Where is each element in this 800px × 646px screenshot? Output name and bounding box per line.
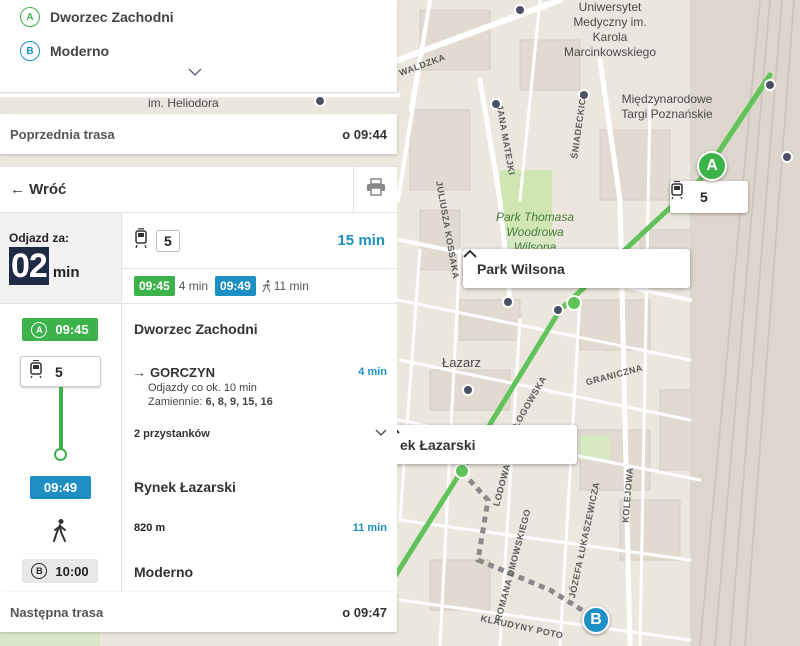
end-time-badge: B 10:00 [22, 559, 98, 583]
route-panel: A Dworzec Zachodni B Moderno Poprzednia … [0, 0, 397, 646]
vehicle-badge[interactable]: 5 [670, 181, 748, 213]
segment1-time: 09:45 [134, 276, 175, 296]
walk-info: 820 m 11 min [134, 522, 387, 534]
countdown-unit: min [52, 264, 80, 281]
start-letter-icon: A [31, 321, 48, 338]
tram-icon [134, 228, 148, 253]
map-label-lazarz: Łazarz [442, 355, 482, 370]
print-button[interactable] [353, 167, 397, 212]
ride-info: → GORCZYN 4 min Odjazdy co ok. 10 min Za… [132, 364, 387, 408]
departure-label: Odjazd za: [9, 231, 70, 245]
map-label-uniwersytet: Uniwersytet Medyczny im. Karola Marcinko… [563, 0, 657, 59]
tram-icon [29, 359, 43, 383]
arrow-right-icon: → [132, 364, 146, 380]
stops-count: 2 przystanków [134, 428, 210, 440]
walk-duration: 11 min [352, 522, 387, 534]
start-time: 09:45 [55, 322, 89, 337]
vehicle-line: 5 [55, 363, 63, 380]
end-name: Moderno [50, 43, 110, 59]
next-route-time: o 09:47 [342, 604, 387, 620]
step-details: Dworzec Zachodni → GORCZYN 4 min Odjazdy… [122, 304, 397, 592]
ride-duration: 4 min [358, 366, 387, 378]
direction-name: GORCZYN [150, 364, 215, 380]
replacement-lines: 6, 8, 9, 15, 16 [205, 396, 273, 408]
map-label-targi: Międzynarodowe Targi Poznańskie [621, 92, 713, 121]
stop-popup-park-wilsona[interactable]: Park Wilsona [463, 249, 690, 288]
start-stop-name: Dworzec Zachodni [134, 321, 258, 337]
segment-summary: 09:45 4 min 09:49 11 min [122, 269, 397, 303]
previous-route-button[interactable]: Poprzednia trasa o 09:44 [0, 114, 397, 154]
marker-b[interactable]: B [582, 606, 610, 634]
timeline: A 09:45 5 09:49 B 10:00 [0, 304, 122, 592]
route-steps: A 09:45 5 09:49 B 10:00 Dworzec Zachodni… [0, 304, 397, 592]
start-name: Dworzec Zachodni [50, 9, 174, 25]
previous-route-label: Poprzednia trasa [10, 126, 115, 142]
chevron-down-icon [375, 428, 387, 440]
stop-popup-label: ek Łazarski [400, 436, 476, 453]
stop-popup-label: Park Wilsona [477, 260, 565, 277]
chevron-up-icon[interactable] [463, 249, 676, 277]
chevron-up-icon[interactable] [386, 425, 563, 453]
next-route-label: Następna trasa [10, 604, 104, 620]
detail-toolbar: ← Wróć [0, 167, 397, 213]
transfer-stop-dot [54, 448, 67, 461]
segment2-duration: 11 min [273, 279, 309, 293]
walk-icon [52, 519, 68, 548]
start-letter: A [20, 7, 40, 27]
previous-route-time: o 09:44 [342, 126, 387, 142]
printer-icon [366, 178, 386, 201]
route-detail: ← Wróć Odjazd za: 02 min 5 15 min 09:45 … [0, 166, 397, 592]
end-time: 10:00 [55, 563, 89, 579]
start-time-badge: A 09:45 [22, 318, 98, 341]
stop-popup-rynek-lazarski[interactable]: ek Łazarski [386, 425, 577, 464]
departure-summary: Odjazd za: 02 min 5 15 min 09:45 4 min 0… [0, 213, 397, 304]
end-point[interactable]: B Moderno [0, 34, 397, 68]
end-letter-icon: B [31, 563, 48, 579]
line-chip: 5 [156, 229, 180, 252]
total-duration: 15 min [337, 232, 385, 249]
vehicle-line: 5 [700, 189, 708, 205]
transfer-time-badge: 09:49 [30, 476, 91, 499]
segment1-duration: 4 min [178, 279, 209, 293]
stops-toggle[interactable]: 2 przystanków [134, 428, 387, 440]
transfer-stop-name: Rynek Łazarski [134, 479, 236, 495]
segment2-time: 09:49 [215, 276, 256, 296]
back-button[interactable]: ← Wróć [0, 167, 353, 212]
frequency: Odjazdy co ok. 10 min [148, 382, 257, 394]
vehicle-chip: 5 [20, 356, 101, 387]
end-stop-name: Moderno [134, 564, 194, 580]
start-point[interactable]: A Dworzec Zachodni [0, 0, 397, 34]
route-endpoints: A Dworzec Zachodni B Moderno [0, 0, 397, 92]
walk-distance: 820 m [134, 522, 166, 534]
next-route-button[interactable]: Następna trasa o 09:47 [0, 592, 397, 632]
chevron-down-icon[interactable] [188, 64, 206, 78]
ride-line [59, 387, 63, 449]
departure-countdown: Odjazd za: 02 min [0, 213, 122, 303]
countdown-value: 02 [9, 247, 49, 285]
marker-a[interactable]: A [697, 151, 727, 181]
walk-icon [262, 279, 272, 293]
replacements-label: Zamiennie: [148, 396, 203, 408]
end-letter: B [20, 41, 40, 61]
